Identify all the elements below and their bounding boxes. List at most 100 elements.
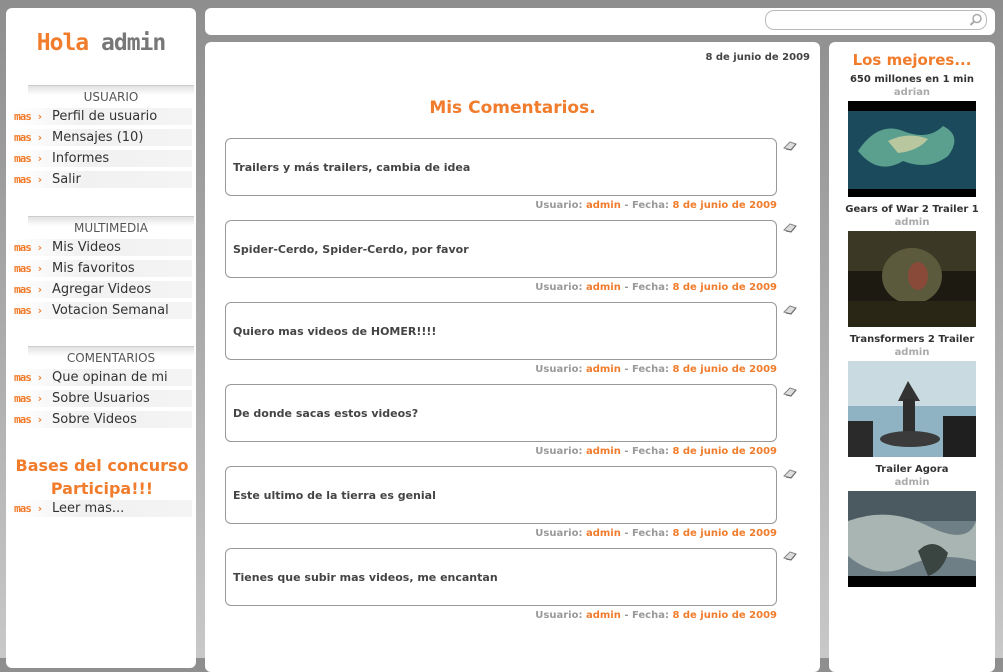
comment-item: De donde sacas estos videos? Usuario: adm… [225,384,800,457]
search-icon[interactable] [968,12,984,28]
comment-meta: Usuario: admin - Fecha: 8 de junio de 20… [225,446,777,457]
sidebar-item-votacion[interactable]: mas › Votacion Semanal [14,302,192,319]
video-thumbnail[interactable] [848,491,976,587]
sidebar-item-label: Sobre Videos [52,412,137,427]
search-box[interactable] [765,10,987,30]
sidebar-item-sobre-usuarios[interactable]: mas › Sobre Usuarios [14,390,192,407]
video-item: Gears of War 2 Trailer 1 admin [829,204,995,327]
left-sidebar: Hola admin USUARIO mas › Perfil de usuari… [6,8,196,668]
comment-options-icon[interactable] [782,222,798,234]
sidebar-item-label: Votacion Semanal [52,303,169,318]
greeting-username: admin [101,30,166,56]
sidebar-item-label: Informes [52,151,110,166]
comment-date: 8 de junio de 2009 [672,610,777,621]
comment-date-label: - Fecha: [624,282,669,293]
mas-arrow-icon: mas › [14,262,43,275]
comment-author-link[interactable]: admin [586,528,621,539]
comment-author-link[interactable]: admin [586,446,621,457]
comment-date-label: - Fecha: [624,446,669,457]
mas-arrow-icon: mas › [14,241,43,254]
sidebar-item-label: Mis Videos [52,240,121,255]
right-sidebar: Los mejores... 650 millones en 1 min adr… [829,42,995,672]
comment-author-link[interactable]: admin [586,282,621,293]
mas-arrow-icon: mas › [14,283,43,296]
sidebar-item-label: Sobre Usuarios [52,391,150,406]
video-thumbnail-image [848,361,976,457]
comment-author-link[interactable]: admin [586,610,621,621]
comment-text: Trailers y más trailers, cambia de idea [225,138,777,196]
comment-options-icon[interactable] [782,468,798,480]
video-thumbnail-image [848,491,976,587]
video-thumbnail[interactable] [848,101,976,197]
mas-arrow-icon: mas › [14,152,43,165]
mas-arrow-icon: mas › [14,131,43,144]
video-thumbnail-image [848,101,976,197]
section-usuario: USUARIO mas › Perfil de usuario mas › Mens… [14,85,194,192]
video-author[interactable]: admin [829,477,995,490]
video-author[interactable]: admin [829,347,995,360]
comment-item: Spider-Cerdo, Spider-Cerdo, por favor Usu… [225,220,800,293]
sidebar-item-mensajes[interactable]: mas › Mensajes (10) [14,129,192,146]
sidebar-item-que-opinan[interactable]: mas › Que opinan de mi [14,369,192,386]
comment-meta: Usuario: admin - Fecha: 8 de junio de 20… [225,610,777,621]
contest-line-1: Bases del concurso [15,456,189,475]
comment-item: Quiero mas videos de HOMER!!!! Usuario: a… [225,302,800,375]
current-date: 8 de junio de 2009 [705,52,810,63]
sidebar-item-salir[interactable]: mas › Salir [14,171,192,188]
comment-user-label: Usuario: [535,610,583,621]
comment-item: Trailers y más trailers, cambia de idea U… [225,138,800,211]
video-title[interactable]: Trailer Agora [829,464,995,477]
sidebar-item-mis-videos[interactable]: mas › Mis Videos [14,239,192,256]
video-item: 650 millones en 1 min adrian [829,74,995,197]
sidebar-item-label: Salir [52,172,81,187]
video-thumbnail[interactable] [848,231,976,327]
comment-options-icon[interactable] [782,386,798,398]
sidebar-item-perfil[interactable]: mas › Perfil de usuario [14,108,192,125]
video-item: Trailer Agora admin [829,464,995,587]
greeting-hola: Hola [36,30,89,56]
comment-meta: Usuario: admin - Fecha: 8 de junio de 20… [225,364,777,375]
comment-options-icon[interactable] [782,140,798,152]
video-title[interactable]: Transformers 2 Trailer [829,334,995,347]
video-author[interactable]: admin [829,217,995,230]
mas-arrow-icon: mas › [14,502,43,515]
section-title: MULTIMEDIA [28,216,194,239]
sidebar-item-sobre-videos[interactable]: mas › Sobre Videos [14,411,192,428]
mas-arrow-icon: mas › [14,413,43,426]
section-bases-link: mas › Leer mas... [14,500,194,521]
comment-options-icon[interactable] [782,550,798,562]
comment-user-label: Usuario: [535,446,583,457]
greeting: Hola admin [6,30,196,56]
video-title[interactable]: Gears of War 2 Trailer 1 [829,204,995,217]
mas-arrow-icon: mas › [14,173,43,186]
comment-text: De donde sacas estos videos? [225,384,777,442]
comment-author-link[interactable]: admin [586,364,621,375]
comment-meta: Usuario: admin - Fecha: 8 de junio de 20… [225,528,777,539]
video-thumbnail[interactable] [848,361,976,457]
sidebar-item-label: Mensajes (10) [52,130,144,145]
top-bar [205,8,995,35]
comment-meta: Usuario: admin - Fecha: 8 de junio de 20… [225,200,777,211]
comment-user-label: Usuario: [535,364,583,375]
sidebar-item-label: Mis favoritos [52,261,135,276]
comment-author-link[interactable]: admin [586,200,621,211]
leer-mas-link[interactable]: mas › Leer mas... [14,500,192,517]
comment-date-label: - Fecha: [624,364,669,375]
comment-date-label: - Fecha: [624,528,669,539]
sidebar-item-label: Agregar Videos [52,282,152,297]
section-multimedia: MULTIMEDIA mas › Mis Videos mas › Mis favo… [14,216,194,323]
video-author[interactable]: adrian [829,87,995,100]
sidebar-item-agregar-videos[interactable]: mas › Agregar Videos [14,281,192,298]
comment-date: 8 de junio de 2009 [672,282,777,293]
comment-date-label: - Fecha: [624,610,669,621]
comment-user-label: Usuario: [535,200,583,211]
comment-options-icon[interactable] [782,304,798,316]
video-title[interactable]: 650 millones en 1 min [829,74,995,87]
sidebar-item-informes[interactable]: mas › Informes [14,150,192,167]
leer-mas-label: Leer mas... [52,501,125,516]
contest-promo: Bases del concurso Participa!!! [12,454,192,500]
sidebar-item-mis-favoritos[interactable]: mas › Mis favoritos [14,260,192,277]
comment-user-label: Usuario: [535,282,583,293]
main-content: 8 de junio de 2009 Mis Comentarios. Trai… [205,42,820,672]
best-videos-title: Los mejores... [852,51,972,69]
